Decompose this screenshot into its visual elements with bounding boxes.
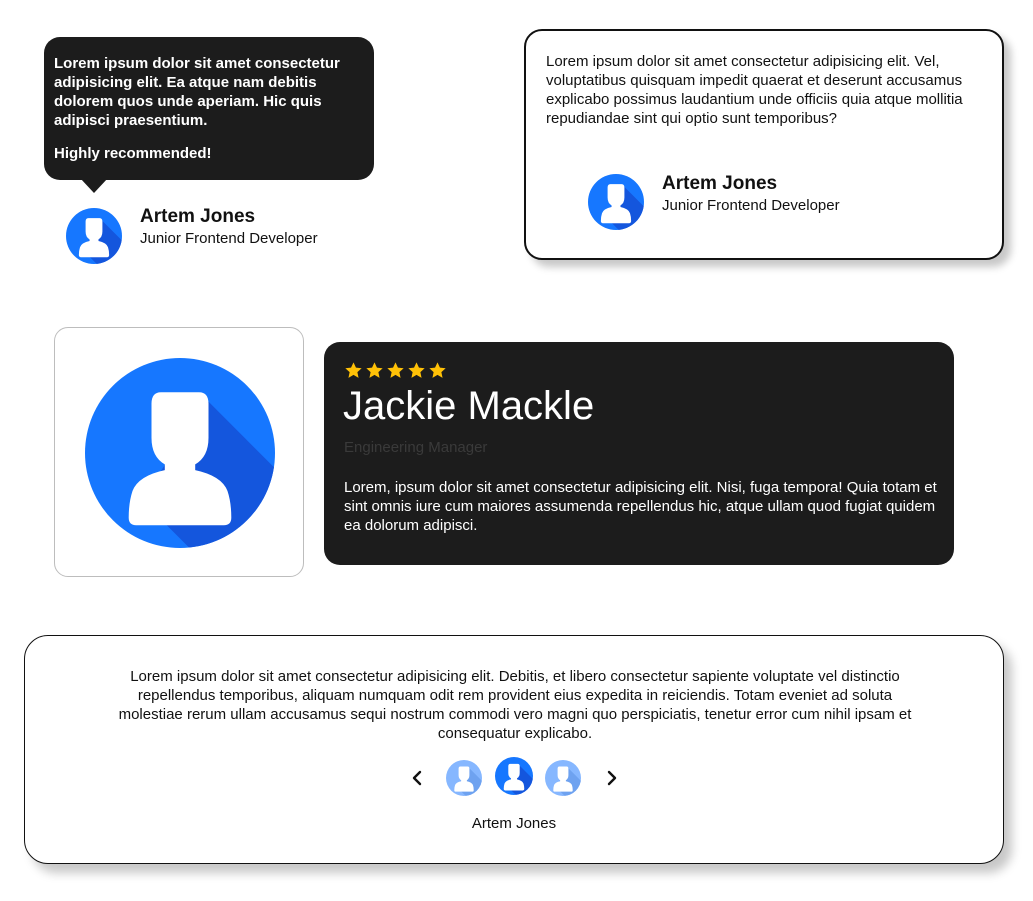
profile-name: Jackie Mackle	[343, 384, 595, 428]
testimonial-card-bordered: Lorem ipsum dolor sit amet consectetur a…	[524, 29, 1004, 260]
card-quote: Lorem ipsum dolor sit amet consectetur a…	[546, 53, 963, 127]
author-role: Junior Frontend Developer	[140, 230, 318, 247]
testimonial-bubble: Lorem ipsum dolor sit amet consectetur a…	[44, 37, 374, 180]
star-rating	[344, 361, 447, 381]
star-icon	[387, 362, 404, 378]
author-role: Junior Frontend Developer	[662, 197, 840, 214]
profile-text: Lorem, ipsum dolor sit amet consectetur …	[344, 479, 937, 534]
testimonial-carousel-card: Lorem ipsum dolor sit amet consectetur a…	[24, 635, 1004, 864]
author-name: Artem Jones	[140, 206, 256, 227]
bubble-tail	[80, 178, 108, 193]
user-avatar-icon	[85, 358, 275, 548]
star-icon	[345, 362, 362, 378]
profile-testimonial-card: Jackie Mackle Engineering Manager Lorem,…	[324, 342, 954, 565]
author-name: Artem Jones	[662, 173, 778, 194]
carousel-avatar-1[interactable]	[446, 760, 482, 796]
chevron-left-icon	[412, 770, 422, 786]
carousel-avatar-3[interactable]	[545, 760, 581, 796]
chevron-right-icon	[607, 770, 617, 786]
carousel-author-name: Artem Jones	[471, 815, 557, 832]
prev-button[interactable]	[408, 767, 426, 789]
carousel-avatar-2-active[interactable]	[495, 757, 533, 795]
star-icon	[429, 362, 446, 378]
profile-picture-frame	[54, 327, 304, 577]
star-icon	[366, 362, 383, 378]
bubble-highlight: Highly recommended!	[54, 145, 212, 162]
carousel-quote: Lorem ipsum dolor sit amet consectetur a…	[118, 668, 912, 742]
bubble-quote: Lorem ipsum dolor sit amet consectetur a…	[54, 55, 340, 129]
profile-role: Engineering Manager	[344, 439, 488, 456]
next-button[interactable]	[603, 767, 621, 789]
star-icon	[408, 362, 425, 378]
user-avatar-icon	[66, 208, 122, 264]
user-avatar-icon	[588, 174, 644, 230]
